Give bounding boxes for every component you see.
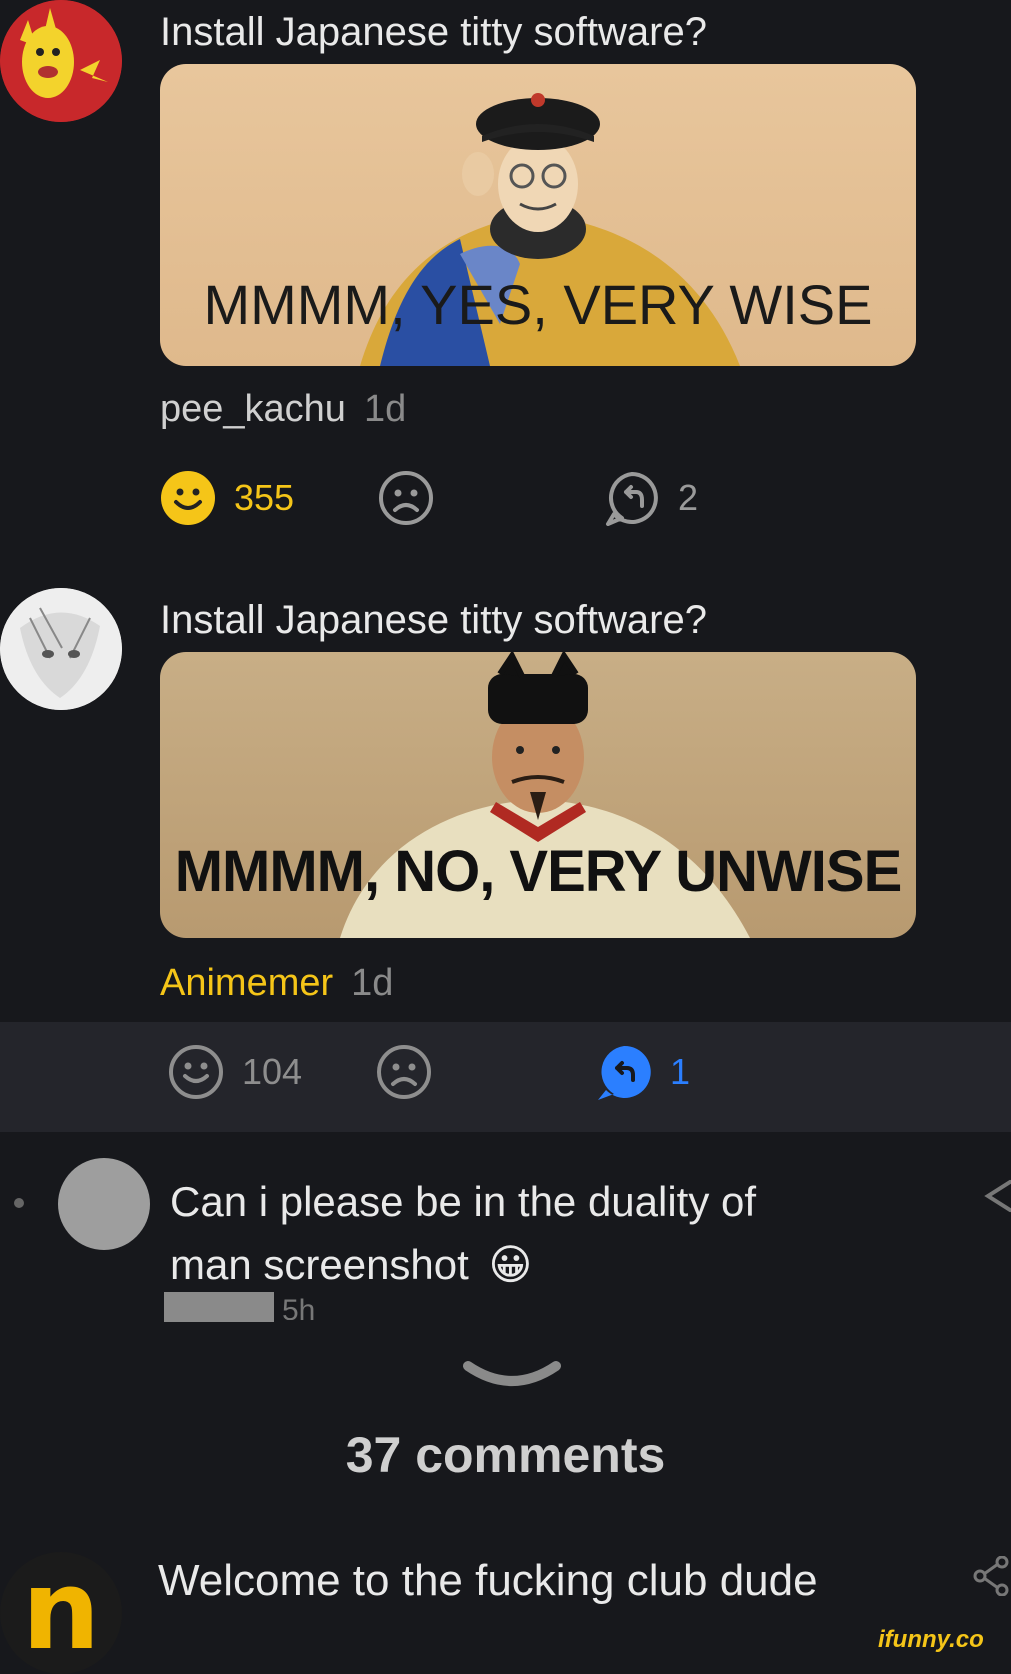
ifunny-watermark: ifunny.co <box>878 1626 984 1653</box>
thread-dot <box>14 1198 24 1208</box>
comments-count[interactable]: 37 comments <box>0 1426 1011 1484</box>
reply-icon <box>606 472 658 526</box>
reply-count: 1 <box>670 1051 691 1092</box>
smile-icon <box>169 1045 223 1099</box>
avatar-animemer[interactable] <box>0 588 122 710</box>
timestamp: 1d <box>351 962 394 1004</box>
reply-text-line-1: Can i please be in the duality of <box>170 1178 757 1225</box>
share-glyph <box>984 1180 1011 1212</box>
avatar-pee-kachu[interactable] <box>0 0 122 122</box>
like-button[interactable]: 355 <box>160 470 294 526</box>
anime-avatar-art <box>0 588 122 710</box>
frown-icon <box>379 471 433 525</box>
like-count: 355 <box>234 477 295 518</box>
share-icon[interactable] <box>972 1555 1011 1601</box>
avatar-bottom-user[interactable]: n <box>0 1552 122 1674</box>
meme-image-wise[interactable]: MMMM, YES, VERY WISE <box>160 64 916 366</box>
reply-button[interactable]: 1 <box>596 1044 690 1100</box>
comment-meta: Animemer 1d <box>160 962 393 1005</box>
username[interactable]: Animemer <box>160 962 333 1004</box>
reply-icon-active <box>598 1045 651 1100</box>
username[interactable]: pee_kachu <box>160 388 346 430</box>
avatar-letter: n <box>21 1552 101 1674</box>
chevron-down-icon[interactable] <box>462 1356 562 1401</box>
smile-icon <box>161 471 215 525</box>
pikachu-avatar-art <box>0 0 122 122</box>
meme-image-unwise[interactable]: MMMM, NO, VERY UNWISE <box>160 652 916 938</box>
reply-count: 2 <box>678 477 699 518</box>
dislike-button[interactable] <box>378 470 434 526</box>
redacted-username <box>164 1292 274 1322</box>
meme-caption: MMMM, NO, VERY UNWISE <box>174 839 903 904</box>
reply-button[interactable]: 2 <box>604 470 698 526</box>
reply-text: man screenshot <box>170 1241 469 1288</box>
highlight-bar <box>0 1022 1011 1132</box>
comment-meta: pee_kachu 1d <box>160 388 406 431</box>
like-button[interactable]: 104 <box>168 1044 302 1100</box>
dislike-button[interactable] <box>376 1044 432 1100</box>
reply-text-line-2: man screenshot 😀 <box>170 1240 532 1289</box>
avatar-reply-user[interactable] <box>58 1158 150 1250</box>
reply-timestamp: 5h <box>282 1294 316 1320</box>
bottom-comment-text: Welcome to the fucking club dude <box>158 1556 818 1605</box>
share-nodes-glyph <box>973 1555 1009 1597</box>
frown-icon <box>377 1045 431 1099</box>
share-icon[interactable] <box>980 1176 1011 1221</box>
meme-caption: MMMM, YES, VERY WISE <box>203 273 873 336</box>
comment-text: Install Japanese titty software? <box>160 10 707 54</box>
like-count: 104 <box>242 1051 303 1092</box>
comment-text: Install Japanese titty software? <box>160 598 707 642</box>
grinning-emoji: 😀 <box>488 1241 533 1288</box>
timestamp: 1d <box>363 388 407 430</box>
